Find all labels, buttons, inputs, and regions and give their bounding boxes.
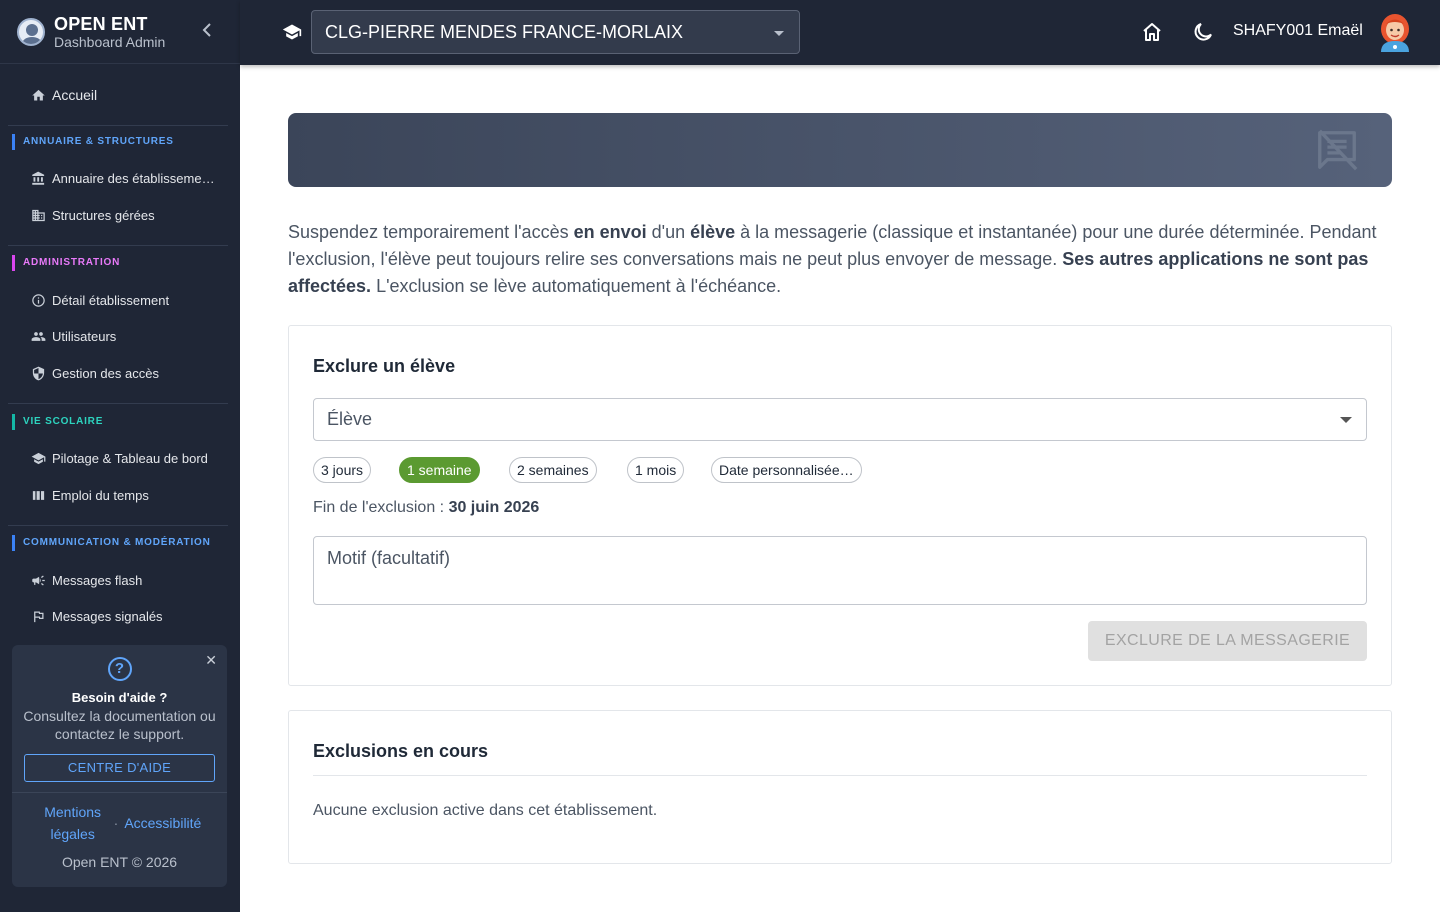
sidebar-item-label: Détail établissement <box>52 292 170 308</box>
help-icon: ? <box>107 657 132 681</box>
user-name[interactable]: SHAFY001 Emaël <box>1233 22 1363 40</box>
bank-icon <box>30 170 46 186</box>
sidebar-item-accueil[interactable]: Accueil <box>8 77 228 113</box>
school-select-value: CLG-PIERRE MENDES FRANCE-MORLAIX <box>325 22 684 42</box>
student-select-placeholder: Élève <box>327 409 373 429</box>
columns-icon <box>30 487 46 503</box>
sidebar-item-label: Messages flash <box>52 572 143 588</box>
link-separator: · <box>113 815 119 831</box>
sidebar-item-gestion-acces[interactable]: Gestion des accès <box>8 355 228 391</box>
sidebar-item-emploi-du-temps[interactable]: Emploi du temps <box>8 477 228 513</box>
sidebar-item-label: Structures gérées <box>52 207 155 223</box>
brand-logo-icon <box>17 17 45 46</box>
sidebar-item-label: Utilisateurs <box>52 328 117 344</box>
building-icon <box>30 207 46 223</box>
help-title: Besoin d'aide ? <box>71 690 168 705</box>
sidebar-item-label: Emploi du temps <box>52 487 149 503</box>
duration-chip-1-semaine[interactable]: 1 semaine <box>399 457 480 483</box>
sidebar-item-label: Annuaire des établissements <box>52 170 217 186</box>
section-title-annuaire: ANNUAIRE & STRUCTURES <box>12 134 174 150</box>
section-title-communication: COMMUNICATION & MODÉRATION <box>12 535 211 551</box>
user-avatar[interactable] <box>1376 12 1414 52</box>
dark-mode-moon-icon[interactable] <box>1191 20 1215 44</box>
exclude-card-title: Exclure un élève <box>313 356 456 376</box>
help-description: Consultez la documentation ou contactez … <box>23 708 216 742</box>
sidebar-item-label: Gestion des accès <box>52 365 159 381</box>
copyright: Open ENT © 2026 <box>61 854 178 870</box>
close-icon[interactable]: ✕ <box>205 652 217 669</box>
sidebar-item-utilisateurs[interactable]: Utilisateurs <box>8 318 228 354</box>
school-icon <box>30 450 46 466</box>
sidebar-item-annuaire-etablissements[interactable]: Annuaire des établissements <box>8 160 228 196</box>
exclude-submit-button[interactable]: EXCLURE DE LA MESSAGERIE <box>1088 621 1367 661</box>
student-select[interactable]: Élève <box>313 398 1367 441</box>
help-center-button[interactable]: CENTRE D'AIDE <box>24 754 215 782</box>
page-banner <box>288 113 1392 187</box>
section-title-vie-scolaire: VIE SCOLAIRE <box>12 414 103 430</box>
help-card: ✕ ? Besoin d'aide ? Consultez la documen… <box>12 645 227 887</box>
shield-icon <box>30 365 46 381</box>
brand-subtitle: Dashboard Admin <box>54 33 166 50</box>
sidebar-item-label: Messages signalés <box>52 608 163 624</box>
duration-chip-date-personnalisee[interactable]: Date personnalisée… <box>711 457 862 483</box>
sidebar-item-pilotage[interactable]: Pilotage & Tableau de bord <box>8 440 228 476</box>
school-icon <box>281 22 303 42</box>
legal-notice-link[interactable]: Mentions légales <box>38 801 108 845</box>
sidebar: OPEN ENT Dashboard Admin Accueil ANNUAIR… <box>0 0 240 912</box>
collapse-sidebar-chevron-icon[interactable] <box>198 21 216 39</box>
exclusion-end-date: 30 juin 2026 <box>448 499 540 516</box>
accessibility-link[interactable]: Accessibilité <box>124 815 201 831</box>
sidebar-item-messages-flash[interactable]: Messages flash <box>8 562 228 598</box>
megaphone-icon <box>30 572 46 588</box>
home-icon <box>30 87 46 103</box>
reason-textarea[interactable]: Motif (facultatif) <box>313 536 1367 605</box>
divider <box>8 245 228 246</box>
current-exclusions-title: Exclusions en cours <box>313 741 489 761</box>
exclusion-end: Fin de l'exclusion : 30 juin 2026 <box>313 499 540 516</box>
sidebar-item-messages-signales[interactable]: Messages signalés <box>8 598 228 634</box>
sidebar-item-structures-gerees[interactable]: Structures gérées <box>8 197 228 233</box>
topbar: CLG-PIERRE MENDES FRANCE-MORLAIX SHAFY00… <box>240 0 1440 65</box>
current-exclusions-card: Exclusions en cours Aucune exclusion act… <box>288 710 1392 864</box>
empty-state-message: Aucune exclusion active dans cet établis… <box>313 802 658 819</box>
users-icon <box>30 328 46 344</box>
sidebar-item-label: Pilotage & Tableau de bord <box>52 450 208 466</box>
divider <box>8 125 228 126</box>
divider <box>8 403 228 404</box>
school-select[interactable]: CLG-PIERRE MENDES FRANCE-MORLAIX <box>311 10 800 54</box>
duration-chip-3-jours[interactable]: 3 jours <box>313 457 372 483</box>
divider <box>12 792 227 793</box>
sidebar-item-detail-etablissement[interactable]: Détail établissement <box>8 282 228 318</box>
duration-chip-1-mois[interactable]: 1 mois <box>627 457 685 483</box>
chevron-down-icon <box>774 31 784 36</box>
section-title-administration: ADMINISTRATION <box>12 255 120 271</box>
sidebar-item-label: Accueil <box>52 87 98 103</box>
info-icon <box>30 292 46 308</box>
home-icon[interactable] <box>1140 20 1164 44</box>
divider <box>8 525 228 526</box>
comments-disabled-icon <box>1314 127 1360 173</box>
exclude-student-card: Exclure un élève Élève 3 jours 1 semaine… <box>288 325 1392 686</box>
flag-icon <box>30 608 46 624</box>
brand-title: OPEN ENT <box>54 13 148 34</box>
intro-text: Suspendez temporairement l'accès en envo… <box>288 222 1377 296</box>
duration-chip-2-semaines[interactable]: 2 semaines <box>509 457 597 483</box>
divider <box>313 775 1367 776</box>
chevron-down-icon <box>1340 417 1352 423</box>
